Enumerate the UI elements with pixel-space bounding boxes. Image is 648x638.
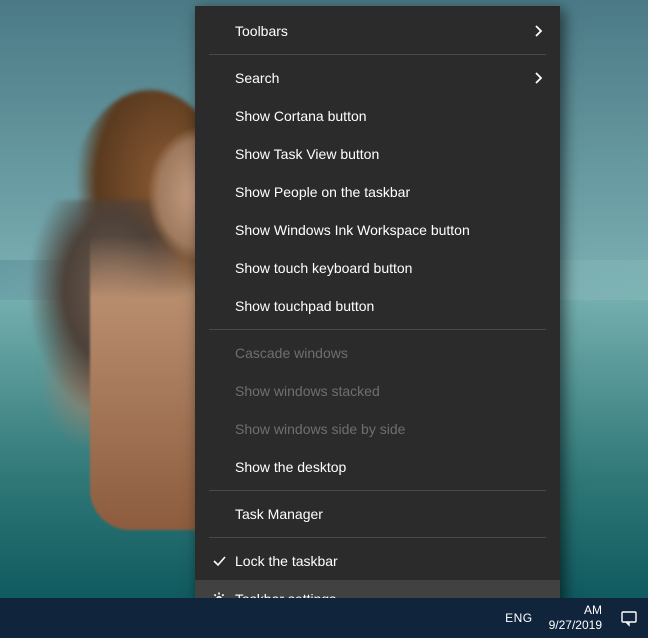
taskbar-context-menu: Toolbars Search Show Cortana button Show… <box>195 6 560 624</box>
menu-label: Show the desktop <box>231 459 546 475</box>
menu-label: Show Cortana button <box>231 108 546 124</box>
menu-separator <box>209 537 546 538</box>
menu-separator <box>209 54 546 55</box>
menu-item-show-desktop[interactable]: Show the desktop <box>195 448 560 486</box>
check-icon <box>207 553 231 569</box>
menu-label: Show Windows Ink Workspace button <box>231 222 546 238</box>
menu-label: Task Manager <box>231 506 546 522</box>
menu-label: Show touchpad button <box>231 298 546 314</box>
menu-label: Show Task View button <box>231 146 546 162</box>
tray-language[interactable]: ENG <box>505 611 533 625</box>
chevron-right-icon <box>530 72 546 84</box>
taskbar[interactable]: ENG AM 9/27/2019 <box>0 598 648 638</box>
menu-item-lock-taskbar[interactable]: Lock the taskbar <box>195 542 560 580</box>
menu-label: Lock the taskbar <box>231 553 546 569</box>
menu-label: Toolbars <box>231 23 530 39</box>
menu-item-show-ink-workspace[interactable]: Show Windows Ink Workspace button <box>195 211 560 249</box>
menu-item-show-touch-keyboard[interactable]: Show touch keyboard button <box>195 249 560 287</box>
menu-label: Show touch keyboard button <box>231 260 546 276</box>
menu-item-task-manager[interactable]: Task Manager <box>195 495 560 533</box>
menu-separator <box>209 490 546 491</box>
menu-item-cascade-windows: Cascade windows <box>195 334 560 372</box>
menu-item-show-side-by-side: Show windows side by side <box>195 410 560 448</box>
menu-label: Cascade windows <box>231 345 546 361</box>
tray-date: 9/27/2019 <box>549 618 602 633</box>
tray-clock[interactable]: AM 9/27/2019 <box>549 603 602 633</box>
menu-item-search[interactable]: Search <box>195 59 560 97</box>
menu-item-show-stacked: Show windows stacked <box>195 372 560 410</box>
chevron-right-icon <box>530 25 546 37</box>
menu-item-show-touchpad[interactable]: Show touchpad button <box>195 287 560 325</box>
tray-time-suffix: AM <box>549 603 602 618</box>
menu-item-show-cortana[interactable]: Show Cortana button <box>195 97 560 135</box>
menu-label: Show People on the taskbar <box>231 184 546 200</box>
menu-item-show-task-view[interactable]: Show Task View button <box>195 135 560 173</box>
menu-item-show-people[interactable]: Show People on the taskbar <box>195 173 560 211</box>
menu-label: Search <box>231 70 530 86</box>
action-center-icon[interactable] <box>618 607 640 629</box>
menu-label: Show windows stacked <box>231 383 546 399</box>
menu-item-toolbars[interactable]: Toolbars <box>195 12 560 50</box>
menu-label: Show windows side by side <box>231 421 546 437</box>
menu-separator <box>209 329 546 330</box>
